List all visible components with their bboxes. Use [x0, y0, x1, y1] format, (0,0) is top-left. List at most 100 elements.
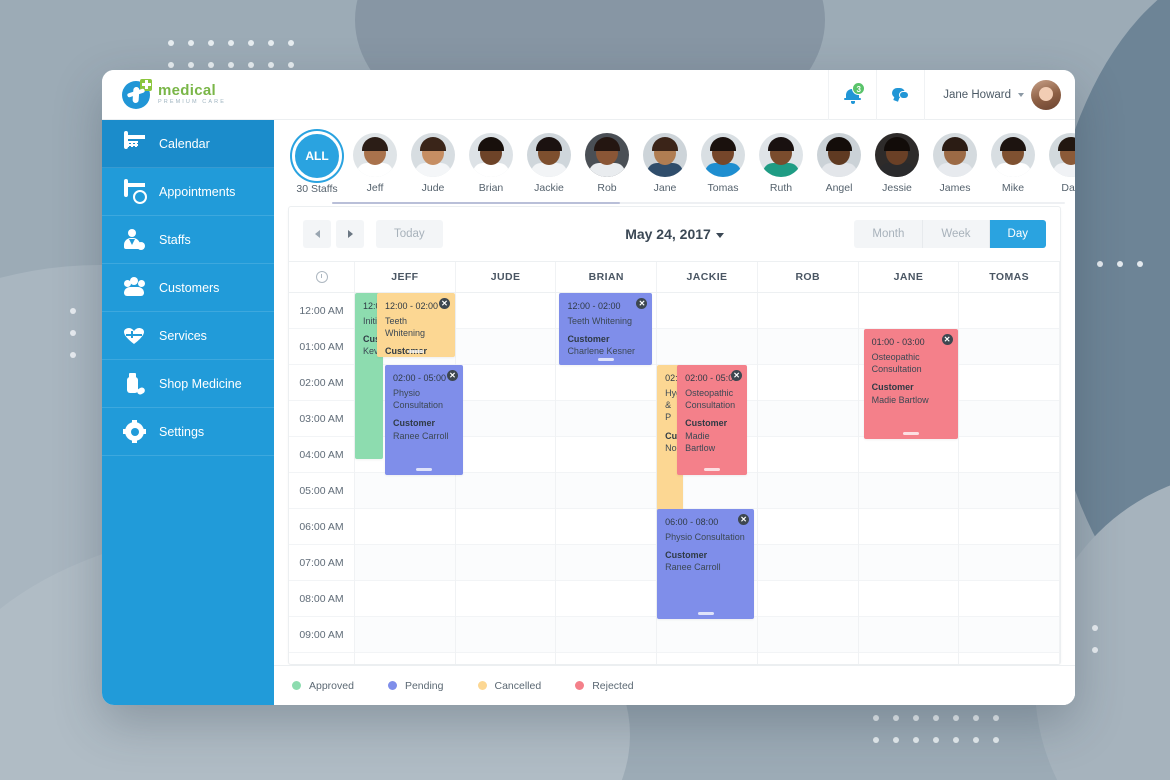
calendar-slot[interactable] — [757, 293, 858, 329]
view-day-button[interactable]: Day — [989, 220, 1046, 248]
calendar-slot[interactable] — [556, 545, 657, 581]
sidebar-item-shop-medicine[interactable]: Shop Medicine — [102, 360, 274, 408]
sidebar-item-services[interactable]: Services — [102, 312, 274, 360]
sidebar-item-calendar[interactable]: Calendar — [102, 120, 274, 168]
calendar-event[interactable]: 12:00 - 02:00Teeth WhiteningCustomerChar… — [377, 293, 455, 357]
staff-filter-strip[interactable]: ALL 30 Staffs Jeff Jude Brian Jackie Rob Jane… — [274, 120, 1075, 206]
sidebar-item-settings[interactable]: Settings — [102, 408, 274, 456]
calendar-slot[interactable] — [858, 293, 959, 329]
day-column-jude[interactable] — [455, 293, 557, 664]
staff-filter-jackie[interactable]: Jackie — [520, 132, 578, 194]
staff-filter-jeff[interactable]: Jeff — [346, 132, 404, 194]
event-resize-handle[interactable] — [408, 350, 424, 353]
day-column-tomas[interactable] — [959, 293, 1060, 664]
calendar-slot[interactable] — [657, 329, 757, 365]
close-icon[interactable]: ✕ — [941, 334, 953, 345]
calendar-slot[interactable] — [657, 293, 757, 329]
close-icon[interactable]: ✕ — [738, 514, 750, 525]
calendar-slot[interactable] — [757, 329, 858, 365]
staff-filter-jane[interactable]: Jane — [636, 132, 694, 194]
calendar-slot[interactable] — [959, 617, 1060, 653]
calendar-slot[interactable] — [455, 473, 556, 509]
calendar-slot[interactable] — [556, 617, 657, 653]
calendar-slot[interactable] — [657, 617, 757, 653]
calendar-slot[interactable] — [556, 437, 657, 473]
event-resize-handle[interactable] — [902, 432, 919, 435]
calendar-slot[interactable] — [556, 365, 657, 401]
calendar-slot[interactable] — [355, 473, 455, 509]
calendar-slot[interactable] — [858, 437, 959, 473]
calendar-slot[interactable] — [959, 545, 1060, 581]
calendar-slot[interactable] — [455, 437, 556, 473]
calendar-slot[interactable] — [959, 401, 1060, 437]
calendar-slot[interactable] — [959, 437, 1060, 473]
event-resize-handle[interactable] — [416, 468, 432, 471]
calendar-slot[interactable] — [959, 293, 1060, 329]
calendar-slot[interactable] — [757, 545, 858, 581]
calendar-slot[interactable] — [556, 473, 657, 509]
calendar-slot[interactable] — [556, 401, 657, 437]
calendar-slot[interactable] — [959, 365, 1060, 401]
calendar-slot[interactable] — [757, 617, 858, 653]
calendar-slot[interactable] — [757, 581, 858, 617]
calendar-slot[interactable] — [757, 473, 858, 509]
close-icon[interactable]: ✕ — [439, 298, 450, 309]
calendar-event[interactable]: 02:00 - 05:00 Osteopathic Consultation Cus… — [677, 365, 748, 475]
view-week-button[interactable]: Week — [923, 220, 990, 248]
calendar-slot[interactable] — [858, 617, 959, 653]
calendar-event[interactable]: 01:00 - 03:00 Osteopathic Consultation Cus… — [863, 329, 958, 439]
calendar-event[interactable]: 06:00 - 08:00 Physio Consultation Customer… — [657, 509, 755, 619]
day-column-rob[interactable] — [757, 293, 859, 664]
close-icon[interactable]: ✕ — [636, 298, 648, 309]
notifications-button[interactable]: 3 — [828, 70, 876, 120]
event-resize-handle[interactable] — [697, 612, 714, 615]
calendar-slot[interactable] — [858, 581, 959, 617]
staff-filter-james[interactable]: James — [926, 132, 984, 194]
event-resize-handle[interactable] — [704, 468, 721, 471]
calendar-slot[interactable] — [355, 545, 455, 581]
calendar-slot[interactable] — [959, 509, 1060, 545]
calendar-event[interactable]: 02:00 - 05:00 Physio Consultation Customer… — [385, 365, 463, 475]
staff-filter-all[interactable]: ALL 30 Staffs — [288, 132, 346, 195]
calendar-slot[interactable] — [959, 581, 1060, 617]
staff-filter-mike[interactable]: Mike — [984, 132, 1042, 194]
calendar-event[interactable]: 12:00 - 02:00Teeth WhiteningCustomerChar… — [559, 293, 653, 365]
calendar-slot[interactable] — [355, 617, 455, 653]
calendar-slot[interactable] — [959, 473, 1060, 509]
next-day-button[interactable] — [336, 220, 364, 248]
sidebar-item-customers[interactable]: Customers — [102, 264, 274, 312]
staff-filter-jude[interactable]: Jude — [404, 132, 462, 194]
day-column-brian[interactable]: 12:00 - 02:00 Teeth Whitening Customer Char… — [556, 293, 658, 664]
today-button[interactable]: Today — [376, 220, 443, 248]
event-resize-handle[interactable] — [597, 358, 614, 361]
calendar-slot[interactable] — [355, 581, 455, 617]
view-month-button[interactable]: Month — [854, 220, 924, 248]
staff-strip-scrollbar-thumb[interactable] — [332, 201, 620, 204]
user-menu[interactable]: Jane Howard — [924, 70, 1075, 120]
calendar-slot[interactable] — [757, 365, 858, 401]
calendar-slot[interactable] — [556, 509, 657, 545]
staff-filter-ruth[interactable]: Ruth — [752, 132, 810, 194]
prev-day-button[interactable] — [303, 220, 331, 248]
staff-filter-dan[interactable]: Dan — [1042, 132, 1075, 194]
calendar-slot[interactable] — [757, 437, 858, 473]
staff-filter-rob[interactable]: Rob — [578, 132, 636, 194]
calendar-slot[interactable] — [455, 293, 556, 329]
calendar-slot[interactable] — [858, 473, 959, 509]
staff-filter-tomas[interactable]: Tomas — [694, 132, 752, 194]
calendar-slot[interactable] — [455, 545, 556, 581]
staff-filter-jessie[interactable]: Jessie — [868, 132, 926, 194]
calendar-slot[interactable] — [556, 581, 657, 617]
calendar-slot[interactable] — [355, 509, 455, 545]
calendar-slot[interactable] — [455, 617, 556, 653]
calendar-slot[interactable] — [455, 581, 556, 617]
calendar-slot[interactable] — [959, 329, 1060, 365]
calendar-slot[interactable] — [455, 329, 556, 365]
sidebar-item-staffs[interactable]: Staffs — [102, 216, 274, 264]
messages-button[interactable] — [876, 70, 924, 120]
calendar-slot[interactable] — [455, 509, 556, 545]
calendar-slot[interactable] — [455, 365, 556, 401]
close-icon[interactable]: ✕ — [731, 370, 743, 381]
calendar-slot[interactable] — [858, 545, 959, 581]
staff-filter-angel[interactable]: Angel — [810, 132, 868, 194]
